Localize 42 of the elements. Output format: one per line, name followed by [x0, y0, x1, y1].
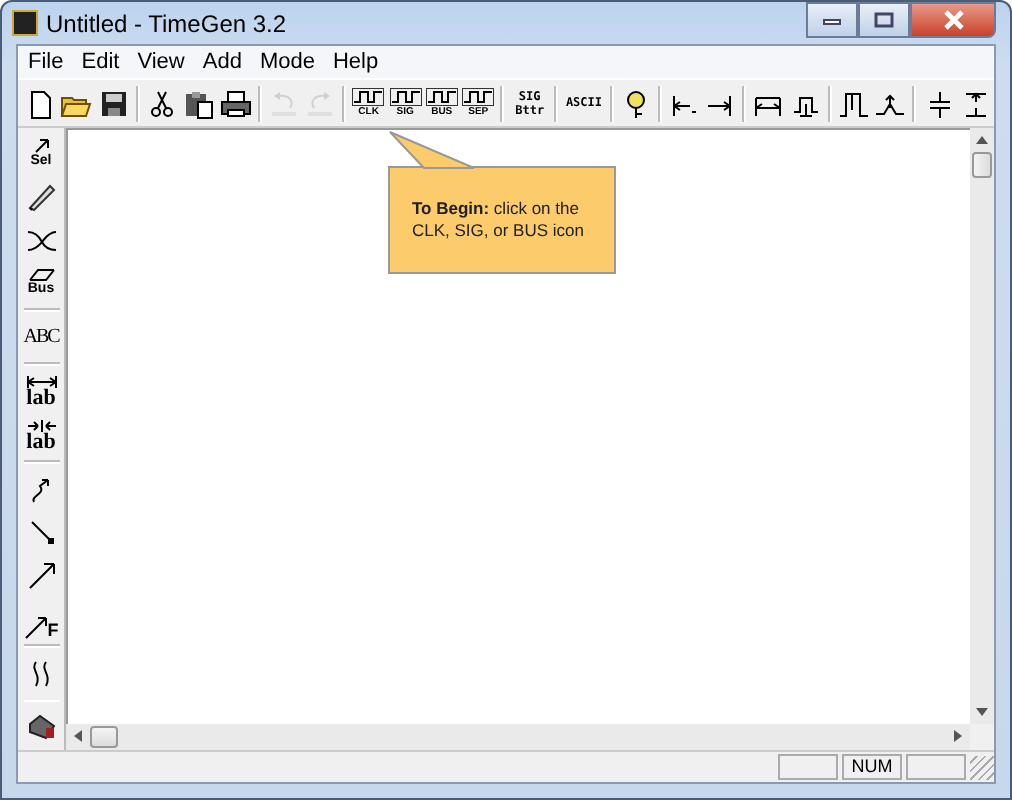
clipboard-icon: [182, 87, 215, 119]
hint-text: To Begin: click on the CLK, SIG, or BUS icon: [412, 198, 586, 242]
pulse-icon: [837, 87, 870, 119]
line-icon: [25, 516, 57, 549]
scroll-thumb[interactable]: [972, 152, 992, 178]
diagonal-arrow-icon: [25, 559, 57, 592]
label-tool[interactable]: lab: [19, 413, 63, 457]
status-pane: [906, 754, 966, 780]
maximize-button[interactable]: [858, 2, 910, 38]
scroll-thumb[interactable]: [90, 726, 118, 748]
redo-arrow-icon: [304, 87, 337, 119]
diagonal-arrow-icon: [23, 616, 48, 641]
arrow-icon: [31, 138, 51, 155]
label-tool[interactable]: lab: [19, 370, 63, 414]
parallelogram-icon: [27, 268, 55, 283]
horizontal-scrollbar[interactable]: [66, 724, 970, 750]
app-logo-icon: [12, 10, 38, 36]
dimension-arrows-icon: [25, 376, 57, 389]
menu-item[interactable]: Edit: [75, 50, 132, 74]
menu-item[interactable]: View: [131, 50, 197, 74]
text-tool[interactable]: ABC: [19, 315, 63, 359]
printer-icon: [219, 87, 252, 119]
arrow-label-tool[interactable]: F: [19, 597, 63, 641]
menu-item[interactable]: Add: [196, 50, 254, 74]
menu-item[interactable]: Mode: [253, 50, 327, 74]
eraser-icon: [25, 712, 57, 745]
status-pane: [778, 754, 838, 780]
pencil-icon: [25, 180, 57, 213]
window-title: Untitled - TimeGen 3.2: [46, 9, 289, 37]
undo-arrow-icon: [267, 87, 300, 119]
close-button[interactable]: [910, 2, 996, 38]
maximize-icon: [874, 12, 894, 28]
dimension-arrows-icon: [25, 419, 57, 432]
minimize-icon: [822, 14, 842, 26]
resize-grip-icon: [970, 755, 994, 779]
num-lock-indicator: NUM: [842, 754, 902, 780]
scissors-icon: [145, 87, 178, 119]
menu-item[interactable]: Help: [326, 50, 391, 74]
minimize-button[interactable]: [806, 2, 858, 38]
menu-item[interactable]: File: [22, 50, 76, 74]
vertical-scrollbar[interactable]: [970, 128, 994, 724]
close-icon: [941, 10, 965, 30]
